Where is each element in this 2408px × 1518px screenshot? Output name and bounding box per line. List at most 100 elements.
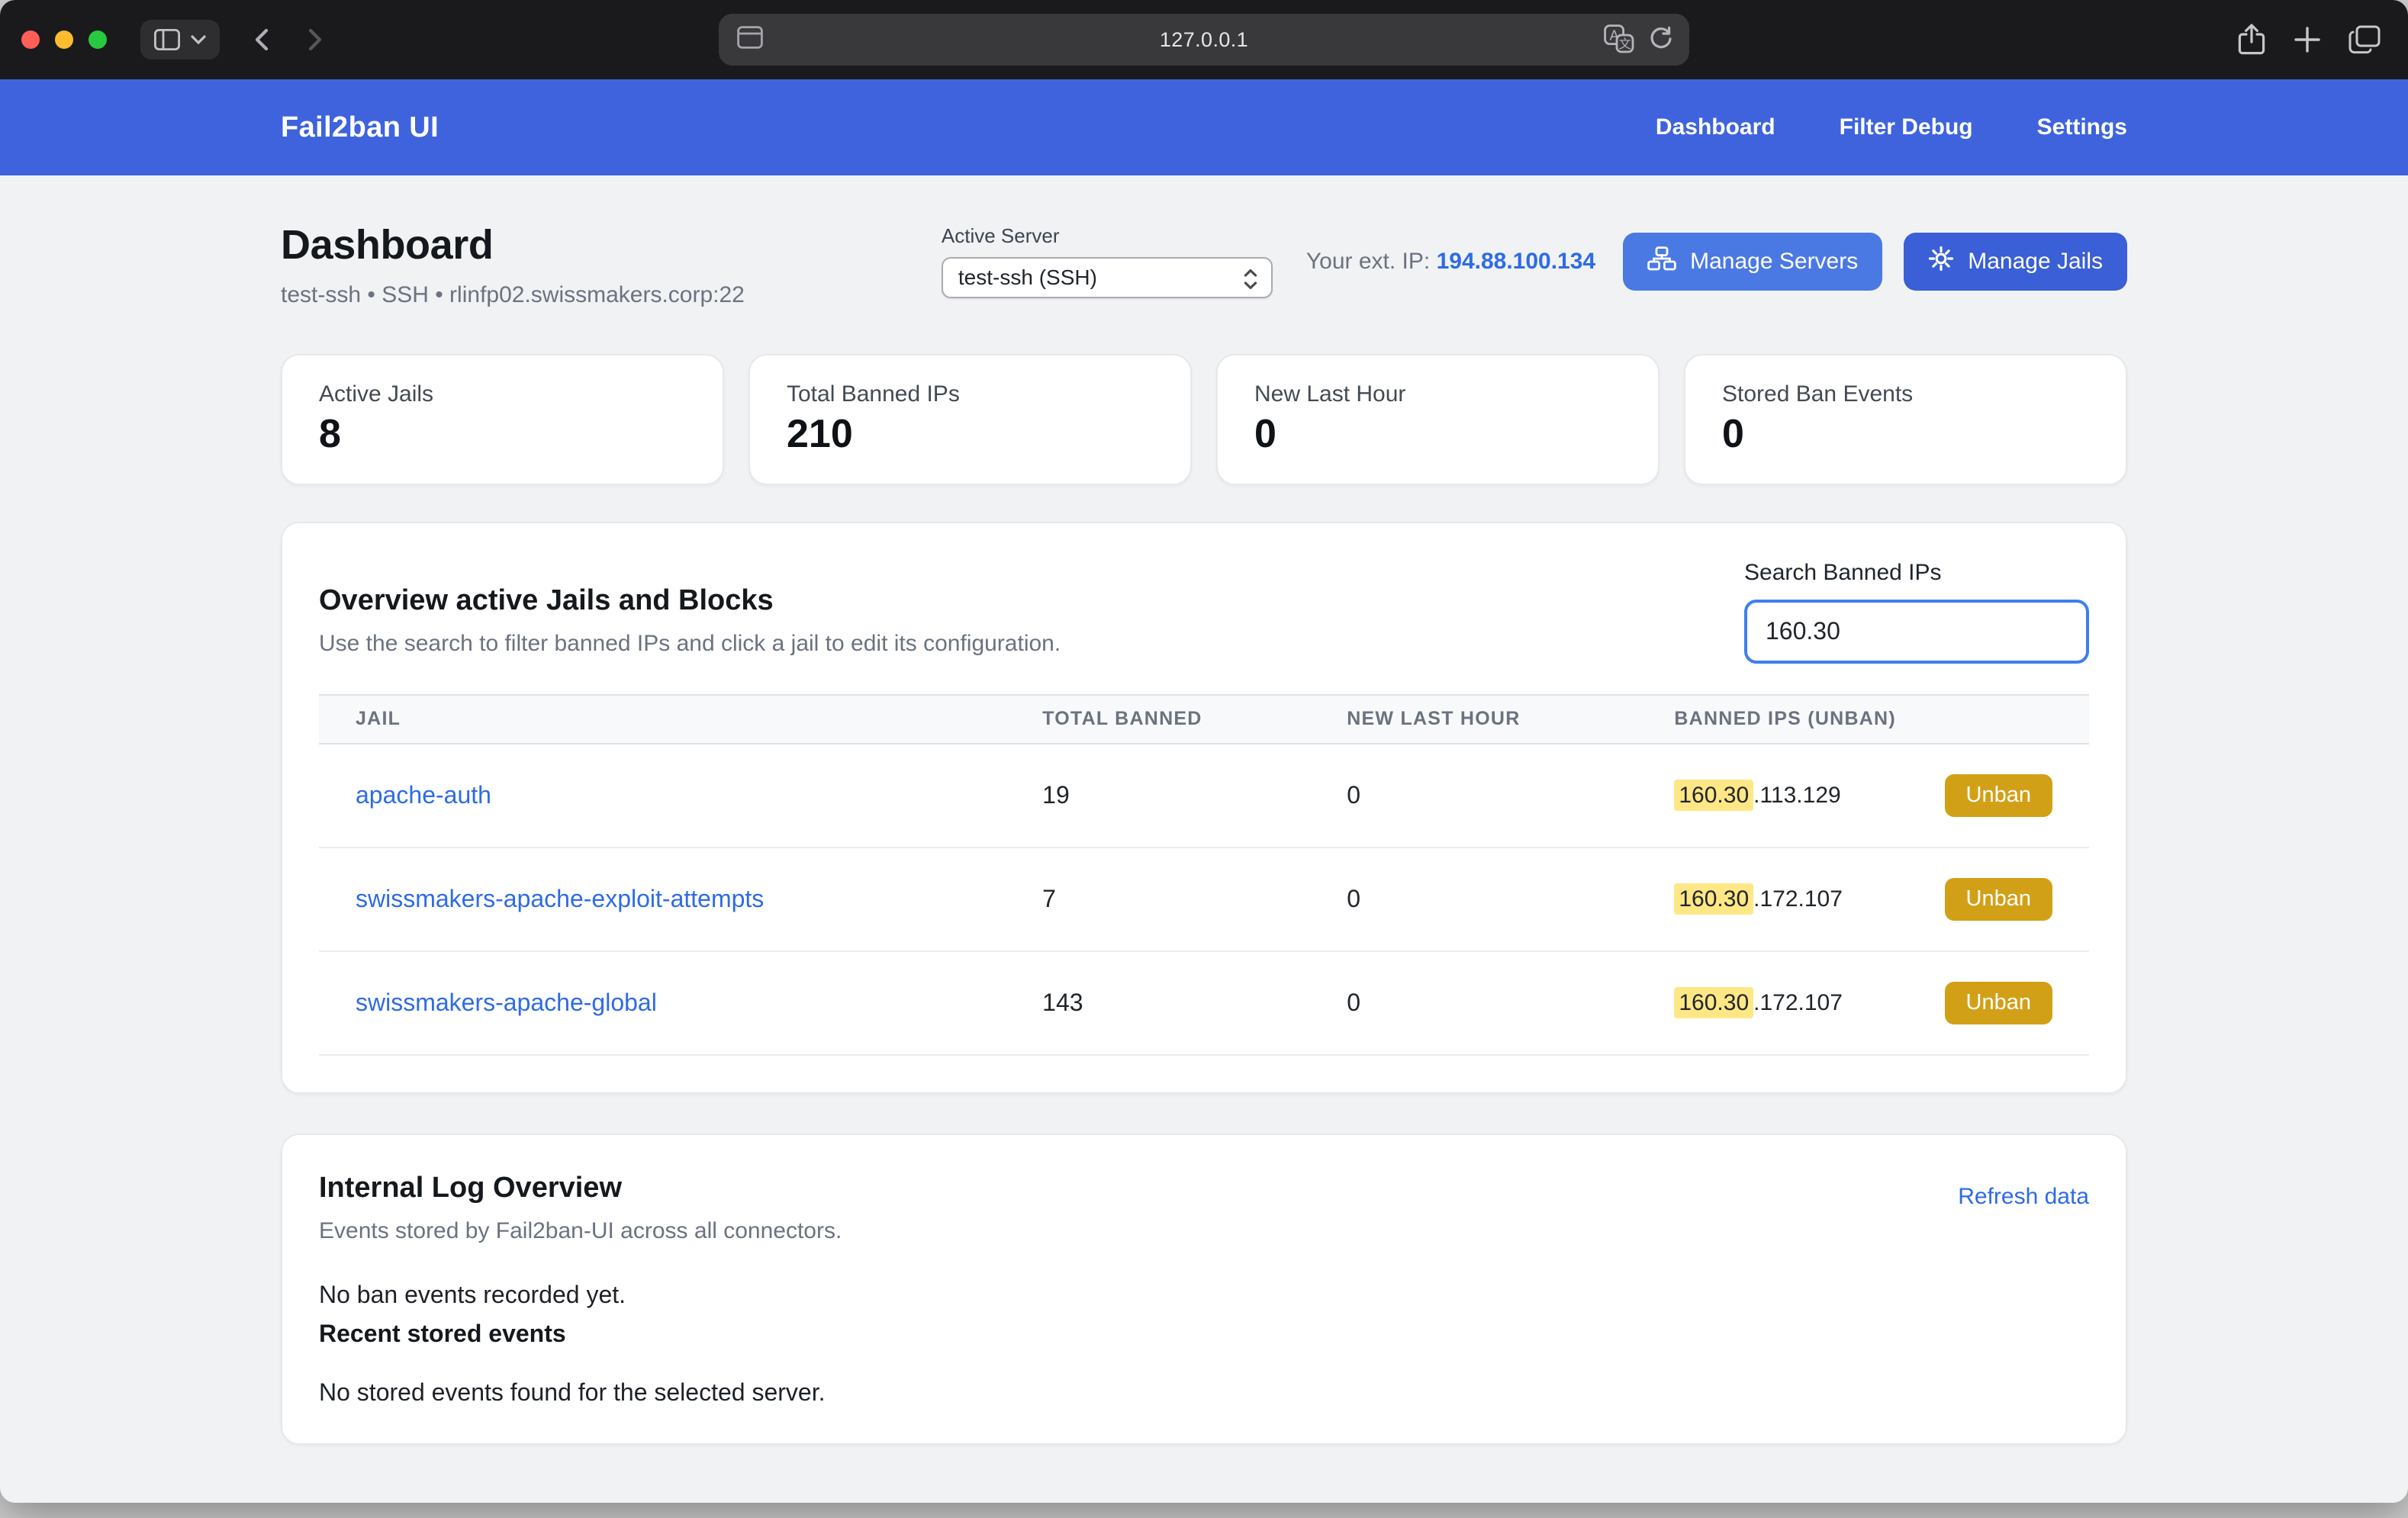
banned-ip-value: 160.30.172.107 bbox=[1674, 990, 1843, 1016]
column-header-total-banned: Total Banned bbox=[1006, 708, 1310, 730]
address-bar[interactable]: 127.0.0.1 A文 bbox=[719, 14, 1689, 66]
ip-rest: .172.107 bbox=[1753, 886, 1843, 912]
manage-servers-label: Manage Servers bbox=[1690, 249, 1858, 275]
stat-label: Total Banned IPs bbox=[787, 381, 1154, 407]
table-header-row: Jail Total Banned New Last Hour Banned I… bbox=[319, 694, 2089, 745]
stat-card-total-banned: Total Banned IPs 210 bbox=[748, 354, 1192, 485]
ip-rest: .172.107 bbox=[1753, 990, 1843, 1015]
minimize-button[interactable] bbox=[55, 31, 73, 49]
banned-ip-value: 160.30.113.129 bbox=[1674, 783, 1840, 809]
ip-highlight: 160.30 bbox=[1674, 780, 1753, 811]
stat-card-stored-ban-events: Stored Ban Events 0 bbox=[1684, 354, 2127, 485]
unban-button[interactable]: Unban bbox=[1945, 982, 2052, 1024]
select-arrows-icon bbox=[1241, 268, 1260, 296]
active-server-select[interactable]: test-ssh (SSH) bbox=[942, 257, 1273, 298]
new-tab-button[interactable] bbox=[2294, 26, 2321, 53]
log-subtitle: Events stored by Fail2ban-UI across all … bbox=[319, 1218, 842, 1244]
stat-label: New Last Hour bbox=[1254, 381, 1621, 407]
column-header-jail: Jail bbox=[319, 708, 1006, 730]
total-banned-value: 143 bbox=[1006, 989, 1310, 1017]
app-brand: Fail2ban UI bbox=[281, 111, 439, 144]
nav-links: Dashboard Filter Debug Settings bbox=[1656, 114, 2127, 140]
nav-link-filter-debug[interactable]: Filter Debug bbox=[1840, 114, 1973, 140]
page-subtitle: test-ssh • SSH • rlinfp02.swissmakers.co… bbox=[281, 282, 745, 308]
table-row: swissmakers-apache-global 143 0 160.30.1… bbox=[319, 952, 2089, 1056]
forward-button[interactable] bbox=[299, 24, 330, 55]
banned-ip-value: 160.30.172.107 bbox=[1674, 886, 1843, 912]
jail-link[interactable]: swissmakers-apache-global bbox=[356, 989, 657, 1016]
refresh-data-link[interactable]: Refresh data bbox=[1958, 1184, 2089, 1210]
plus-icon bbox=[2294, 26, 2321, 53]
jail-link[interactable]: apache-auth bbox=[356, 781, 491, 809]
page-title: Dashboard bbox=[281, 221, 745, 269]
stat-card-active-jails: Active Jails 8 bbox=[281, 354, 724, 485]
zoom-button[interactable] bbox=[89, 31, 107, 49]
sidebar-icon bbox=[154, 29, 180, 50]
main-content: Dashboard test-ssh • SSH • rlinfp02.swis… bbox=[0, 175, 2408, 1503]
jails-table: Jail Total Banned New Last Hour Banned I… bbox=[319, 694, 2089, 1056]
unban-button[interactable]: Unban bbox=[1945, 878, 2052, 921]
stat-card-new-last-hour: New Last Hour 0 bbox=[1216, 354, 1660, 485]
app-navbar: Fail2ban UI Dashboard Filter Debug Setti… bbox=[0, 79, 2408, 175]
table-row: swissmakers-apache-exploit-attempts 7 0 … bbox=[319, 848, 2089, 952]
url-text: 127.0.0.1 bbox=[719, 14, 1689, 66]
new-last-hour-value: 0 bbox=[1310, 781, 1637, 809]
stat-label: Stored Ban Events bbox=[1722, 381, 2089, 407]
active-server-value: test-ssh (SSH) bbox=[958, 265, 1097, 290]
external-ip-value[interactable]: 194.88.100.134 bbox=[1437, 249, 1596, 274]
log-title: Internal Log Overview bbox=[319, 1172, 842, 1204]
no-ban-events-text: No ban events recorded yet. bbox=[319, 1281, 2089, 1309]
nav-link-dashboard[interactable]: Dashboard bbox=[1656, 114, 1775, 140]
stat-cards: Active Jails 8 Total Banned IPs 210 New … bbox=[281, 354, 2127, 485]
chevron-down-icon bbox=[191, 34, 206, 45]
manage-jails-label: Manage Jails bbox=[1968, 249, 2103, 275]
total-banned-value: 19 bbox=[1006, 781, 1310, 809]
internal-log-card: Internal Log Overview Events stored by F… bbox=[281, 1134, 2127, 1445]
active-server-label: Active Server bbox=[942, 224, 1273, 248]
search-banned-ips-input[interactable] bbox=[1744, 600, 2089, 664]
tabs-icon bbox=[2348, 25, 2381, 54]
window-controls bbox=[21, 31, 107, 49]
no-stored-events-text: No stored events found for the selected … bbox=[319, 1378, 2089, 1407]
column-header-new-last-hour: New Last Hour bbox=[1310, 708, 1637, 730]
unban-button[interactable]: Unban bbox=[1945, 774, 2052, 817]
share-button[interactable] bbox=[2237, 23, 2266, 56]
nav-link-settings[interactable]: Settings bbox=[2037, 114, 2127, 140]
browser-window: 127.0.0.1 A文 bbox=[0, 0, 2408, 1503]
overview-title: Overview active Jails and Blocks bbox=[319, 584, 1061, 617]
new-last-hour-value: 0 bbox=[1310, 885, 1637, 913]
close-button[interactable] bbox=[21, 31, 40, 49]
manage-servers-button[interactable]: Manage Servers bbox=[1623, 233, 1882, 291]
recent-stored-events-title: Recent stored events bbox=[319, 1320, 2089, 1348]
overview-card: Overview active Jails and Blocks Use the… bbox=[281, 522, 2127, 1094]
share-icon bbox=[2237, 23, 2266, 56]
sidebar-toggle-button[interactable] bbox=[140, 20, 220, 59]
stat-value: 0 bbox=[1722, 412, 2089, 458]
total-banned-value: 7 bbox=[1006, 885, 1310, 913]
translate-icon: A文 bbox=[1604, 24, 1634, 53]
back-button[interactable] bbox=[247, 24, 278, 55]
page-header: Dashboard test-ssh • SSH • rlinfp02.swis… bbox=[281, 221, 2127, 308]
stat-label: Active Jails bbox=[319, 381, 686, 407]
gear-icon bbox=[1928, 246, 1954, 278]
stat-value: 0 bbox=[1254, 412, 1621, 458]
table-row: apache-auth 19 0 160.30.113.129 Unban bbox=[319, 745, 2089, 848]
ip-highlight: 160.30 bbox=[1674, 987, 1753, 1018]
reload-button[interactable] bbox=[1648, 26, 1674, 52]
ip-highlight: 160.30 bbox=[1674, 883, 1753, 915]
manage-jails-button[interactable]: Manage Jails bbox=[1904, 233, 2127, 291]
sitemap-icon bbox=[1647, 246, 1676, 277]
overview-subtitle: Use the search to filter banned IPs and … bbox=[319, 631, 1061, 657]
tab-overview-button[interactable] bbox=[2348, 25, 2381, 54]
chevron-right-icon bbox=[299, 24, 330, 55]
stat-value: 8 bbox=[319, 412, 686, 458]
jail-link[interactable]: swissmakers-apache-exploit-attempts bbox=[356, 885, 764, 912]
column-header-banned-ips: Banned IPs (Unban) bbox=[1637, 708, 2089, 730]
desktop: 127.0.0.1 A文 bbox=[0, 0, 2408, 1518]
translate-button[interactable]: A文 bbox=[1604, 24, 1634, 53]
search-banned-ips-label: Search Banned IPs bbox=[1744, 560, 2089, 586]
external-ip-label: Your ext. IP: bbox=[1306, 249, 1430, 274]
svg-text:文: 文 bbox=[1619, 37, 1631, 51]
external-ip: Your ext. IP: 194.88.100.134 bbox=[1306, 249, 1595, 275]
chevron-left-icon bbox=[247, 24, 278, 55]
